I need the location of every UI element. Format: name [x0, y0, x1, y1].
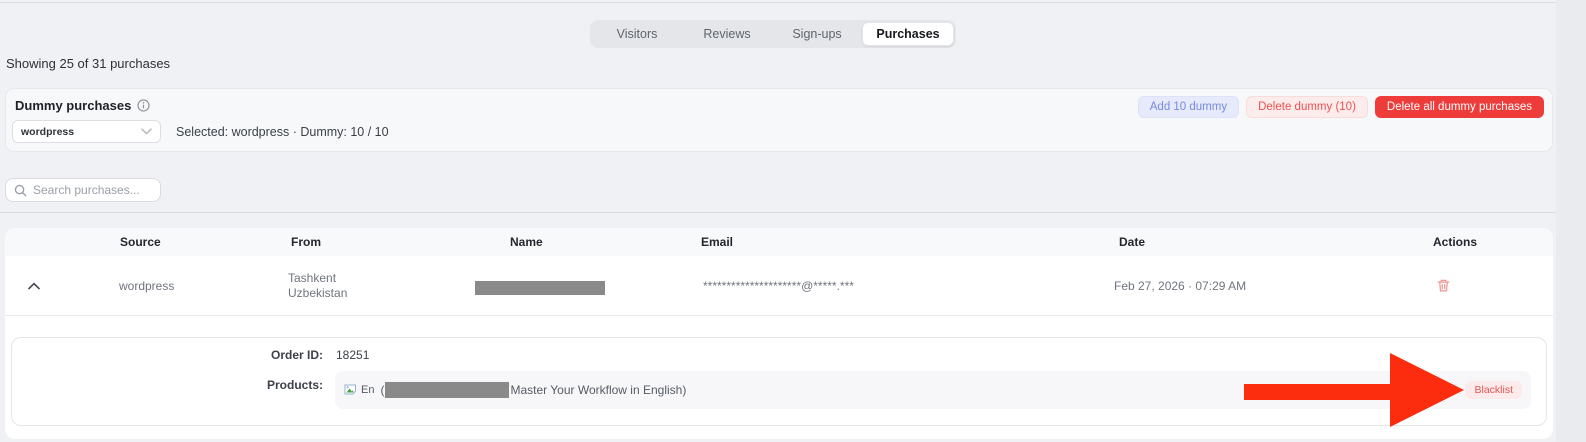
source-select[interactable]: wordpress [12, 120, 161, 143]
section-divider [0, 212, 1556, 213]
dummy-title-row: Dummy purchases [15, 98, 150, 113]
tab-signups[interactable]: Sign-ups [772, 22, 862, 46]
product-image-alt: En [361, 384, 375, 396]
stats-tab-group: Visitors Reviews Sign-ups Purchases [590, 20, 956, 48]
col-header-source: Source [120, 235, 161, 249]
results-summary: Showing 25 of 31 purchases [6, 56, 171, 71]
table-row: wordpress Tashkent Uzbekistan ***********… [5, 256, 1553, 316]
col-header-from: From [291, 235, 321, 249]
row-source: wordpress [119, 278, 175, 293]
product-title-suffix: Master Your Workflow in English) [510, 383, 687, 397]
row-from: Tashkent Uzbekistan [288, 271, 347, 301]
dummy-panel-title: Dummy purchases [15, 98, 132, 113]
info-icon[interactable] [137, 99, 150, 112]
delete-all-dummy-button[interactable]: Delete all dummy purchases [1374, 96, 1544, 118]
col-header-email: Email [701, 235, 734, 249]
dummy-action-buttons: Add 10 dummy Delete dummy (10) Delete al… [1137, 96, 1544, 118]
broken-image-icon [344, 384, 359, 397]
row-detail-panel: Order ID: 18251 Products: En ( Master Yo… [11, 337, 1547, 426]
row-from-city: Tashkent [288, 270, 337, 285]
products-label: Products: [266, 378, 323, 392]
col-header-name: Name [510, 235, 543, 249]
tab-reviews[interactable]: Reviews [682, 22, 772, 46]
search-input[interactable] [33, 183, 152, 197]
product-title: ( Master Your Workflow in English) [380, 382, 686, 398]
add-dummy-button[interactable]: Add 10 dummy [1137, 96, 1240, 118]
product-title-redacted [385, 382, 510, 398]
dummy-purchases-panel: Dummy purchases wordpress Selected: word… [5, 88, 1553, 152]
annotation-arrow-head [1390, 353, 1464, 427]
order-id-value: 18251 [336, 348, 370, 362]
delete-dummy-button[interactable]: Delete dummy (10) [1246, 96, 1368, 118]
product-title-prefix: ( [380, 383, 385, 397]
tab-visitors[interactable]: Visitors [592, 22, 682, 46]
page-right-margin [1556, 0, 1586, 442]
search-box [5, 178, 161, 202]
selected-info-text: Selected: wordpress · Dummy: 10 / 10 [176, 125, 389, 139]
blacklist-button[interactable]: Blacklist [1465, 381, 1522, 399]
tab-purchases[interactable]: Purchases [862, 22, 954, 46]
row-name-redacted [475, 281, 605, 295]
collapse-row-button[interactable] [25, 277, 43, 295]
annotation-arrow-shaft [1244, 384, 1394, 400]
chevron-down-icon [141, 128, 152, 135]
search-icon [14, 184, 27, 197]
purchases-page: Visitors Reviews Sign-ups Purchases Show… [0, 0, 1586, 442]
trash-icon [1437, 279, 1449, 292]
row-email-masked: *********************@*****.*** [703, 278, 854, 293]
row-date: Feb 27, 2026 · 07:29 AM [1114, 278, 1247, 293]
top-divider [0, 2, 1586, 3]
order-id-label: Order ID: [270, 348, 323, 362]
col-header-actions: Actions [1433, 235, 1478, 249]
row-from-country: Uzbekistan [288, 285, 348, 300]
chevron-up-icon [28, 281, 40, 289]
table-header-row: Source From Name Email Date Actions [5, 228, 1553, 256]
col-header-date: Date [1119, 235, 1146, 249]
delete-row-button[interactable] [1434, 277, 1452, 295]
purchases-table: Source From Name Email Date Actions word… [5, 228, 1553, 439]
source-select-value: wordpress [21, 125, 75, 138]
